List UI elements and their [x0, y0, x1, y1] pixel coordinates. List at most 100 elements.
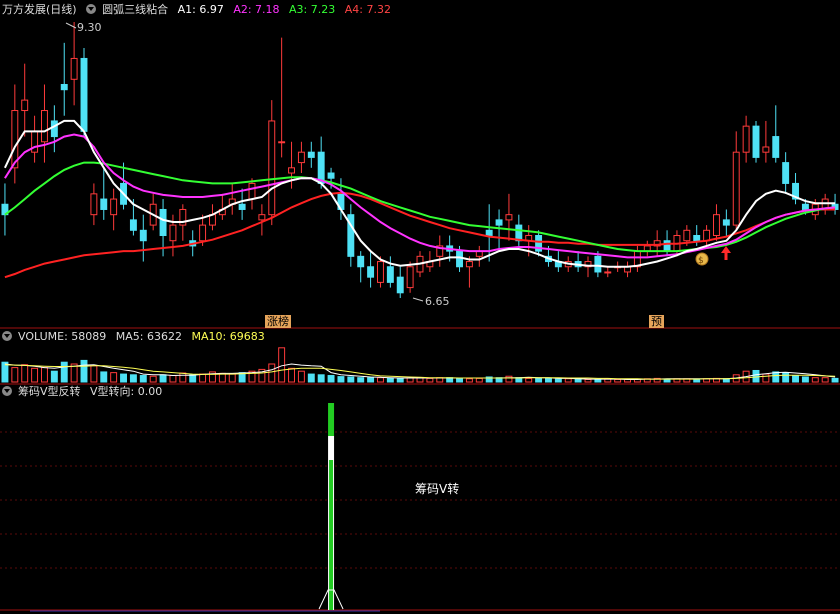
volume-bar: [396, 377, 404, 383]
candle-body: [406, 266, 414, 289]
volume-bar: [525, 377, 533, 383]
volume-bar: [149, 375, 157, 383]
candle-body: [199, 224, 207, 242]
candle-body: [594, 255, 602, 273]
volume-bar: [228, 373, 236, 383]
a4-value: A4: 7.32: [344, 3, 391, 16]
candle-body: [258, 214, 266, 221]
panel-menu-icon[interactable]: [86, 4, 97, 14]
high-price-label: 9.30: [77, 21, 102, 34]
volume-bar: [278, 347, 286, 383]
volume-bar: [288, 367, 295, 383]
candle-body: [297, 151, 305, 164]
low-price-label: 6.65: [425, 295, 450, 308]
a3-line: [4, 161, 836, 253]
candle-body: [278, 141, 286, 144]
sub-indicator-value: V型转向: 0.00: [90, 385, 163, 398]
volume-bar: [90, 365, 98, 383]
volume-bar: [139, 375, 147, 383]
sub-panel-header: 筹码V型反转 V型转向: 0.00: [2, 385, 168, 399]
candle-body: [41, 110, 48, 143]
sub-grid: [0, 431, 840, 569]
candle-body: [139, 229, 147, 242]
volume-bar: [475, 377, 483, 383]
indicator-name: 圆弧三线粘合: [102, 3, 169, 16]
volume-bar: [426, 377, 434, 383]
volume-bar: [584, 378, 592, 383]
volume-bar: [327, 375, 335, 383]
volume-panel-header: VOLUME: 58089 MA5: 63622 MA10: 69683: [2, 330, 271, 344]
volume-bar: [169, 375, 177, 383]
candle-body: [80, 57, 88, 132]
v-reversal-signal-label: 筹码V转: [415, 481, 459, 496]
volume-bar: [772, 371, 780, 383]
candle-body: [801, 203, 809, 210]
candle-body: [604, 271, 612, 274]
a1-line: [3, 119, 836, 268]
volume-ma10: MA10: 69683: [191, 330, 265, 343]
candle-body: [713, 214, 720, 237]
candle-body: [485, 229, 493, 237]
candle-body: [367, 266, 375, 278]
volume-bar: [594, 378, 602, 383]
low-annotation: 6.65: [412, 295, 450, 308]
volume-bar: [307, 373, 315, 383]
volume-bar: [268, 363, 276, 383]
a2-value: A2: 7.18: [233, 3, 280, 16]
candle-body: [70, 57, 78, 80]
v-signal-series: [30, 403, 380, 612]
volume-bar: [159, 374, 167, 383]
volume-bar: [120, 373, 127, 383]
candle-body: [772, 136, 780, 158]
candle-body: [683, 229, 691, 242]
volume-bar: [465, 378, 473, 383]
limit-up-tag[interactable]: 涨榜: [265, 315, 291, 328]
volume-bar: [386, 377, 394, 383]
main-panel-header: 万方发展(日线) 圆弧三线粘合 A1: 6.97 A2: 7.18 A3: 7.…: [2, 3, 397, 17]
candle-body: [456, 250, 463, 268]
volume-ma5: MA5: 63622: [115, 330, 182, 343]
money-bag-icon: $: [695, 252, 709, 266]
sub-menu-icon[interactable]: [2, 386, 12, 396]
candle-body: [722, 219, 730, 226]
candle-body: [732, 151, 740, 226]
candle-body: [110, 198, 118, 216]
candlestick-series: [1, 22, 839, 298]
volume-bar: [831, 377, 839, 383]
volume-bar: [614, 378, 622, 383]
candle-body: [357, 255, 365, 268]
candle-body: [505, 214, 513, 221]
signal-bar-top: [328, 403, 335, 436]
volume-value: VOLUME: 58089: [18, 330, 107, 343]
candle-body: [465, 261, 473, 268]
volume-bar: [337, 376, 345, 383]
volume-bar: [189, 374, 197, 383]
volume-bar: [80, 359, 88, 383]
volume-bar: [762, 373, 770, 383]
volume-bar: [50, 370, 58, 383]
volume-bar: [456, 377, 463, 383]
forecast-tag[interactable]: 预: [649, 315, 664, 328]
volume-bar: [792, 375, 799, 383]
volume-bar: [574, 378, 582, 383]
candle-body: [238, 203, 246, 210]
volume-bar: [129, 374, 137, 383]
candle-body: [169, 224, 177, 242]
volume-ma10-line: [4, 364, 836, 380]
volume-bar: [11, 367, 19, 383]
volume-bar: [357, 377, 365, 383]
volume-bar: [110, 372, 118, 383]
volume-bar: [347, 376, 355, 383]
candle-body: [515, 224, 523, 242]
volume-bar: [554, 378, 562, 383]
signal-bar-inner: [329, 460, 334, 610]
volume-bar: [801, 376, 809, 383]
high-annotation: 9.30: [65, 21, 102, 34]
candle-body: [248, 182, 256, 200]
volume-bar: [60, 361, 68, 383]
volume-bar: [377, 377, 384, 383]
candle-body: [327, 172, 335, 179]
volume-bar: [782, 372, 790, 383]
volume-bar: [199, 373, 207, 383]
volume-menu-icon[interactable]: [2, 331, 12, 341]
